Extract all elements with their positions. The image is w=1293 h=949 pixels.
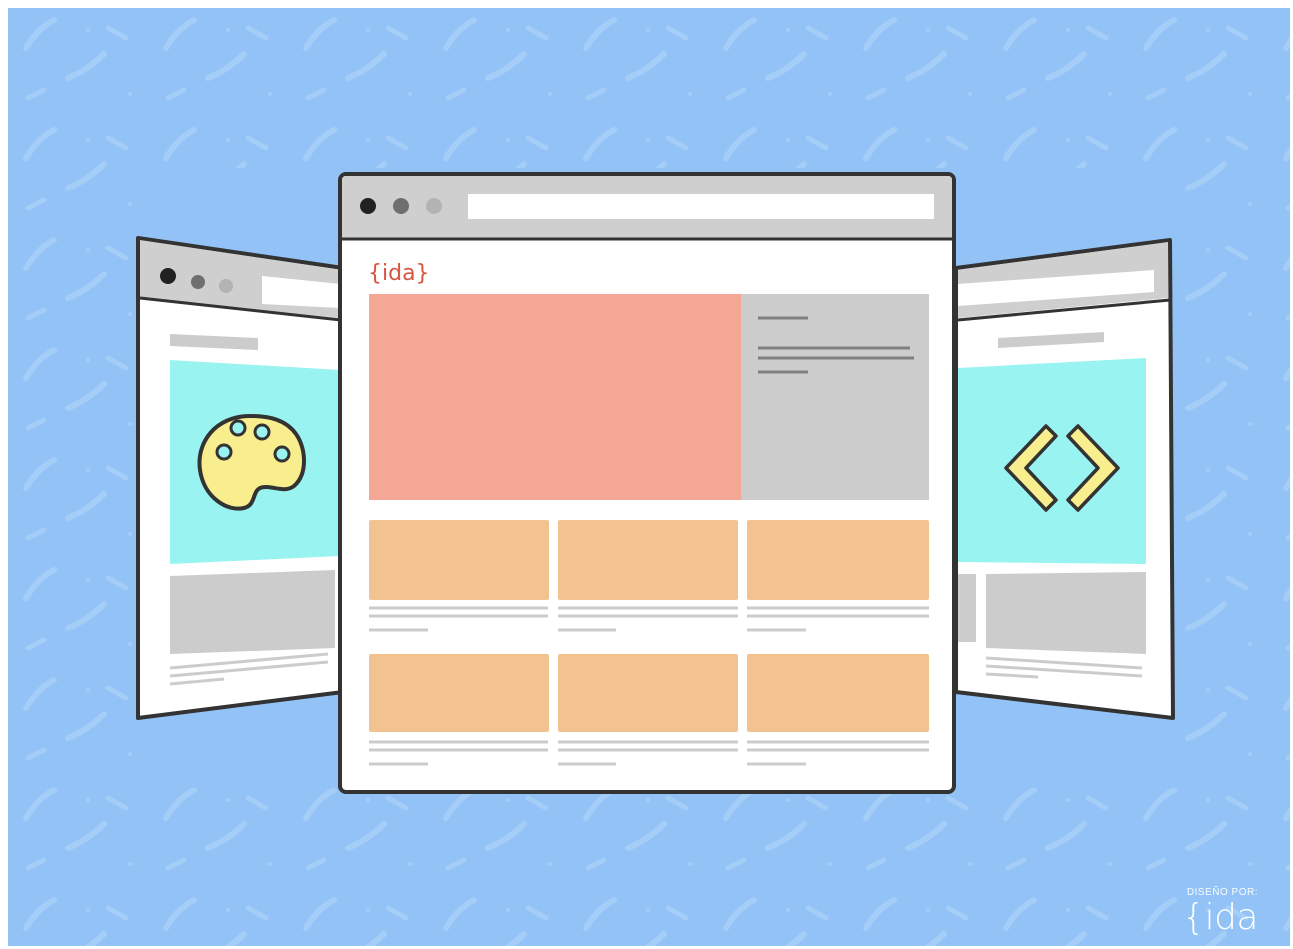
credit-logo: {ida (1182, 897, 1258, 938)
window-dot-light (219, 279, 233, 293)
main-window-logo: {ida} (368, 261, 430, 286)
card-thumbnail (369, 654, 549, 732)
card-thumbnail (558, 520, 738, 600)
window-dot-mid (191, 275, 205, 289)
main-browser-window: {ida} (338, 172, 956, 794)
hero-side-panel (741, 294, 929, 500)
design-credit: DISEÑO POR: {ida (1182, 887, 1258, 936)
illustration-canvas: {ida} DISEÑO POR: {ida (8, 8, 1290, 946)
card-thumbnail (558, 654, 738, 732)
left-browser-window (136, 236, 345, 720)
card-thumbnail (747, 654, 929, 732)
credit-caption: DISEÑO POR: (1186, 887, 1258, 898)
card-thumbnail (369, 520, 549, 600)
card-thumbnail (747, 520, 929, 600)
right-hero-panel (958, 358, 1146, 564)
hero-image-block (369, 294, 741, 500)
window-dot-light (426, 198, 442, 214)
right-browser-window (954, 238, 1175, 720)
main-address-bar (468, 194, 934, 219)
window-dot-dark (160, 268, 176, 284)
browser-windows-scene: {ida} (136, 172, 1175, 794)
window-dot-dark (360, 198, 376, 214)
window-dot-mid (393, 198, 409, 214)
